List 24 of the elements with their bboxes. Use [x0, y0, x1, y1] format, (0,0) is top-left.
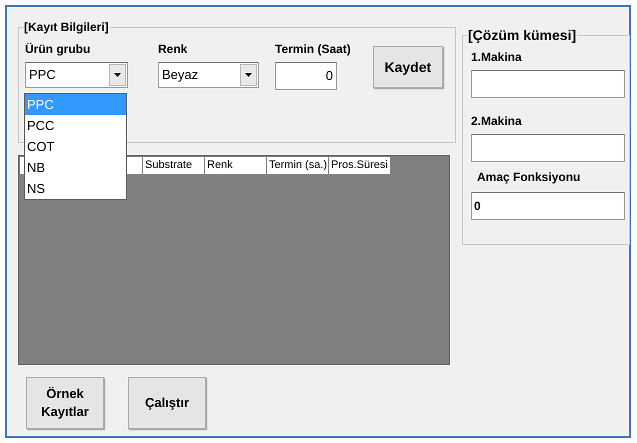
- field-label: Amaç Fonksiyonu: [477, 169, 582, 186]
- column-header[interactable]: Termin (sa.): [267, 157, 329, 175]
- deadline-field[interactable]: 0: [275, 62, 337, 90]
- product-group-dropdown[interactable]: PPC: [25, 62, 128, 88]
- column-header[interactable]: Pros.Süresi: [329, 157, 391, 175]
- dropdown-option[interactable]: NS: [25, 178, 126, 199]
- column-header[interactable]: Renk: [205, 157, 267, 175]
- action-button[interactable]: Örnek Kayıtlar: [26, 377, 104, 429]
- machine-1-field[interactable]: [471, 70, 625, 98]
- field-label: 1.Makina: [471, 49, 523, 66]
- field-label: Ürün grubu: [25, 41, 92, 58]
- action-button[interactable]: Çalıştır: [128, 377, 206, 429]
- field-label: Termin (Saat): [275, 41, 351, 58]
- field-label: 2.Makina: [471, 113, 523, 130]
- dropdown-option[interactable]: NB: [25, 157, 126, 178]
- dropdown-option[interactable]: COT: [25, 136, 126, 157]
- column-header[interactable]: Substrate: [143, 157, 205, 175]
- field-label: Renk: [158, 41, 188, 58]
- machine-2-field[interactable]: [471, 134, 625, 162]
- objective-field[interactable]: 0: [471, 192, 625, 220]
- save-button[interactable]: Kaydet: [372, 46, 443, 88]
- group-title: [Kayıt Bilgileri]: [23, 19, 110, 35]
- dropdown-option[interactable]: PCC: [25, 115, 126, 136]
- color-dropdown[interactable]: Beyaz: [158, 62, 259, 88]
